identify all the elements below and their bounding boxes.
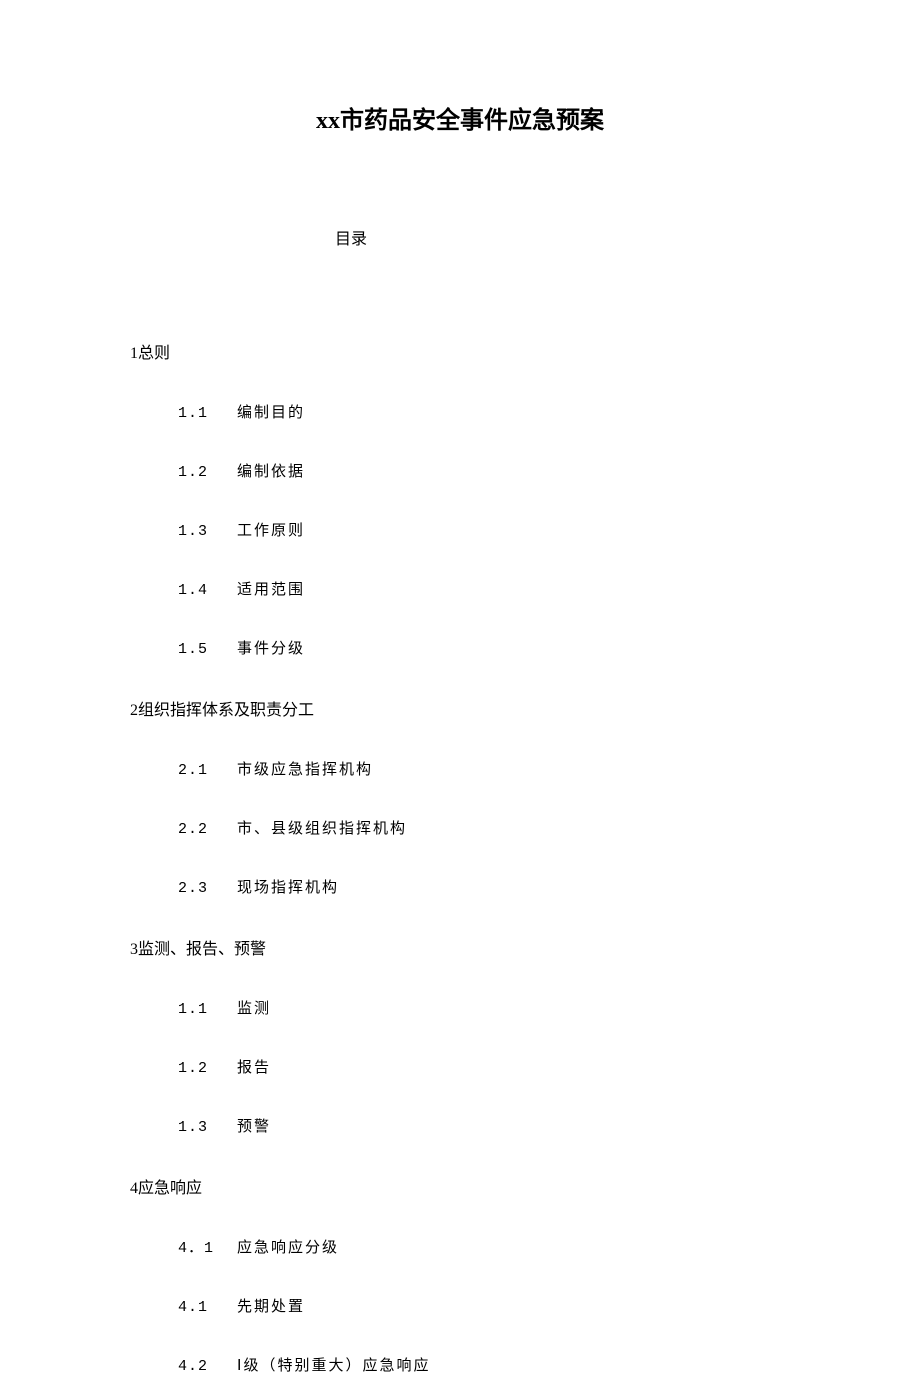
toc-number: 2.1: [178, 762, 228, 779]
toc-text: 市、县级组织指挥机构: [237, 821, 407, 838]
toc-number: 1.3: [178, 523, 228, 540]
toc-item: 1.2 报告: [178, 1056, 790, 1077]
toc-text: 监测: [237, 1001, 271, 1018]
toc-item: 2.1 市级应急指挥机构: [178, 758, 790, 779]
section-header: 4应急响应: [130, 1174, 790, 1198]
toc-number: 2.2: [178, 821, 228, 838]
toc-item: 1.4 适用范围: [178, 578, 790, 599]
toc-heading: 目录: [335, 225, 790, 249]
toc-text: 预警: [237, 1119, 271, 1136]
section-header: 1总则: [130, 339, 790, 363]
toc-text: 市级应急指挥机构: [237, 762, 373, 779]
toc-number: 1.1: [178, 405, 228, 422]
toc-number: 4.1: [178, 1299, 228, 1316]
document-title: xx市药品安全事件应急预案: [130, 100, 790, 135]
toc-text: 编制目的: [237, 405, 305, 422]
toc-number: 1.2: [178, 1060, 228, 1077]
toc-text: 适用范围: [237, 582, 305, 599]
toc-item: 1.1 编制目的: [178, 401, 790, 422]
toc-text: 编制依据: [237, 464, 305, 481]
toc-item: 2.3 现场指挥机构: [178, 876, 790, 897]
toc-text: 现场指挥机构: [237, 880, 339, 897]
toc-number: 4.2: [178, 1358, 228, 1375]
toc-item: 1.1 监测: [178, 997, 790, 1018]
toc-item: 4.1 先期处置: [178, 1295, 790, 1316]
toc-text: 应急响应分级: [237, 1240, 339, 1257]
toc-text: 先期处置: [237, 1299, 305, 1316]
toc-number: 2.3: [178, 880, 228, 897]
toc-number: 1.1: [178, 1001, 228, 1018]
toc-number: 1.3: [178, 1119, 228, 1136]
toc-item: 4.2 Ⅰ级（特别重大）应急响应: [178, 1354, 790, 1375]
toc-number: 1.4: [178, 582, 228, 599]
toc-item: 1.3 工作原则: [178, 519, 790, 540]
toc-number: 1.2: [178, 464, 228, 481]
section-header: 3监测、报告、预警: [130, 935, 790, 959]
toc-text: 报告: [237, 1060, 271, 1077]
toc-number: 1.5: [178, 641, 228, 658]
toc-number: 4．1: [178, 1236, 228, 1257]
toc-item: 4．1 应急响应分级: [178, 1236, 790, 1257]
toc-text: Ⅰ级（特别重大）应急响应: [237, 1358, 430, 1375]
toc-item: 1.5 事件分级: [178, 637, 790, 658]
toc-text: 事件分级: [237, 641, 305, 658]
section-header: 2组织指挥体系及职责分工: [130, 696, 790, 720]
toc-text: 工作原则: [237, 523, 305, 540]
toc-item: 1.2 编制依据: [178, 460, 790, 481]
toc-item: 1.3 预警: [178, 1115, 790, 1136]
toc-item: 2.2 市、县级组织指挥机构: [178, 817, 790, 838]
